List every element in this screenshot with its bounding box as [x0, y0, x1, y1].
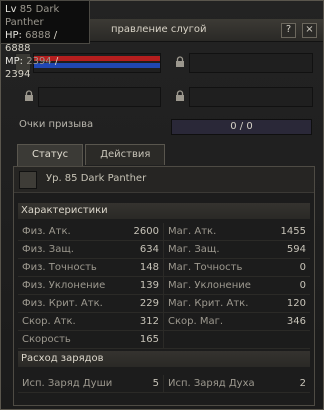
- summon-points-bar: 0 / 0: [171, 119, 312, 135]
- stat-label: Исп. Заряд Духа: [168, 378, 255, 389]
- stat-label: Физ. Точность: [22, 262, 97, 273]
- stat-cell: Физ. Точность 148: [18, 259, 164, 276]
- stat-row: Исп. Заряд Души 5 Исп. Заряд Духа 2: [18, 375, 310, 393]
- stat-label: Скор. Маг.: [168, 316, 224, 327]
- stat-value: 5: [152, 378, 159, 389]
- stat-cell: [164, 331, 310, 348]
- stat-label: Физ. Уклонение: [22, 280, 106, 291]
- summon-slot-2-locked: [189, 53, 313, 73]
- stat-label: Маг. Защ.: [168, 244, 220, 255]
- lock-icon: [174, 90, 186, 102]
- stat-label: Маг. Уклонение: [168, 280, 251, 291]
- tooltip-lv-label: Lv: [5, 4, 17, 15]
- stat-row: Физ. Уклонение 139 Маг. Уклонение 0: [18, 277, 310, 295]
- stat-value: 594: [286, 244, 306, 255]
- tooltip-mp-current: 2394: [26, 56, 52, 67]
- tooltip-hp-max: 6888: [5, 43, 31, 54]
- stat-row: Скорость 165: [18, 331, 310, 349]
- stat-cell: Маг. Точность 0: [164, 259, 310, 276]
- charges-section-title: Расход зарядов: [18, 351, 310, 367]
- tab-actions[interactable]: Действия: [85, 144, 166, 165]
- tab-status[interactable]: Статус: [17, 144, 84, 166]
- stat-label: Маг. Точность: [168, 262, 243, 273]
- stat-cell: Физ. Крит. Атк. 229: [18, 295, 164, 312]
- stat-value: 2600: [133, 226, 159, 237]
- stat-label: Физ. Атк.: [22, 226, 71, 237]
- stat-value: 165: [139, 334, 159, 345]
- stat-cell: Физ. Защ. 634: [18, 241, 164, 258]
- summon-slot-3-locked: [38, 87, 161, 107]
- tooltip-hp-current: 6888: [25, 30, 51, 41]
- close-button[interactable]: ×: [302, 23, 317, 38]
- servitor-name: Ур. 85 Dark Panther: [46, 173, 147, 184]
- tooltip-hp-label: HP:: [5, 30, 22, 41]
- stats-table: Физ. Атк. 2600 Маг. Атк. 1455 Физ. Защ. 634 Ма…: [18, 223, 310, 349]
- stat-row: Физ. Атк. 2600 Маг. Атк. 1455: [18, 223, 310, 241]
- status-panel: Ур. 85 Dark Panther Характеристики Физ. …: [13, 166, 315, 406]
- stat-cell: Маг. Уклонение 0: [164, 277, 310, 294]
- help-button[interactable]: ?: [281, 23, 296, 38]
- lock-icon: [23, 90, 35, 102]
- stat-value: 2: [299, 378, 306, 389]
- stat-label: Скор. Атк.: [22, 316, 76, 327]
- stat-label: Физ. Защ.: [22, 244, 74, 255]
- stat-row: Физ. Крит. Атк. 229 Маг. Крит. Атк. 120: [18, 295, 310, 313]
- stat-value: 312: [139, 316, 159, 327]
- lock-icon: [174, 56, 186, 68]
- stat-value: 120: [286, 298, 306, 309]
- stat-value: 229: [139, 298, 159, 309]
- tooltip-mp-label: MP:: [5, 56, 24, 67]
- stat-cell: Исп. Заряд Души 5: [18, 375, 164, 392]
- summon-points-label: Очки призыва: [19, 119, 94, 130]
- stat-value: 0: [299, 280, 306, 291]
- stat-row: Скор. Атк. 312 Скор. Маг. 346: [18, 313, 310, 331]
- stat-value: 346: [286, 316, 306, 327]
- window-title: правление слугой: [111, 24, 207, 35]
- stat-value: 148: [139, 262, 159, 273]
- stat-cell: Скор. Маг. 346: [164, 313, 310, 330]
- stat-label: Маг. Крит. Атк.: [168, 298, 249, 309]
- stat-value: 139: [139, 280, 159, 291]
- target-tooltip: Lv 85 Dark Panther HP: 6888 / 6888 MP: 2…: [0, 0, 90, 80]
- stat-row: Физ. Защ. 634 Маг. Защ. 594: [18, 241, 310, 259]
- summon-slot-4-locked: [189, 87, 313, 107]
- stat-cell: Маг. Атк. 1455: [164, 223, 310, 240]
- stats-section-title: Характеристики: [18, 203, 310, 219]
- stat-cell: Физ. Уклонение 139: [18, 277, 164, 294]
- stat-label: Физ. Крит. Атк.: [22, 298, 103, 309]
- panther-icon: [19, 171, 37, 189]
- stat-cell: Исп. Заряд Духа 2: [164, 375, 310, 392]
- stat-cell: Скорость 165: [18, 331, 164, 348]
- stat-value: 634: [139, 244, 159, 255]
- charges-table: Исп. Заряд Души 5 Исп. Заряд Духа 2: [18, 375, 310, 393]
- stat-cell: Физ. Атк. 2600: [18, 223, 164, 240]
- stat-label: Исп. Заряд Души: [22, 378, 113, 389]
- tooltip-mp-max: 2394: [5, 69, 31, 80]
- stat-label: Маг. Атк.: [168, 226, 217, 237]
- stat-cell: Маг. Защ. 594: [164, 241, 310, 258]
- stat-value: 0: [299, 262, 306, 273]
- stat-row: Физ. Точность 148 Маг. Точность 0: [18, 259, 310, 277]
- stat-value: 1455: [280, 226, 306, 237]
- stat-cell: Маг. Крит. Атк. 120: [164, 295, 310, 312]
- stat-label: Скорость: [22, 334, 71, 345]
- stat-cell: Скор. Атк. 312: [18, 313, 164, 330]
